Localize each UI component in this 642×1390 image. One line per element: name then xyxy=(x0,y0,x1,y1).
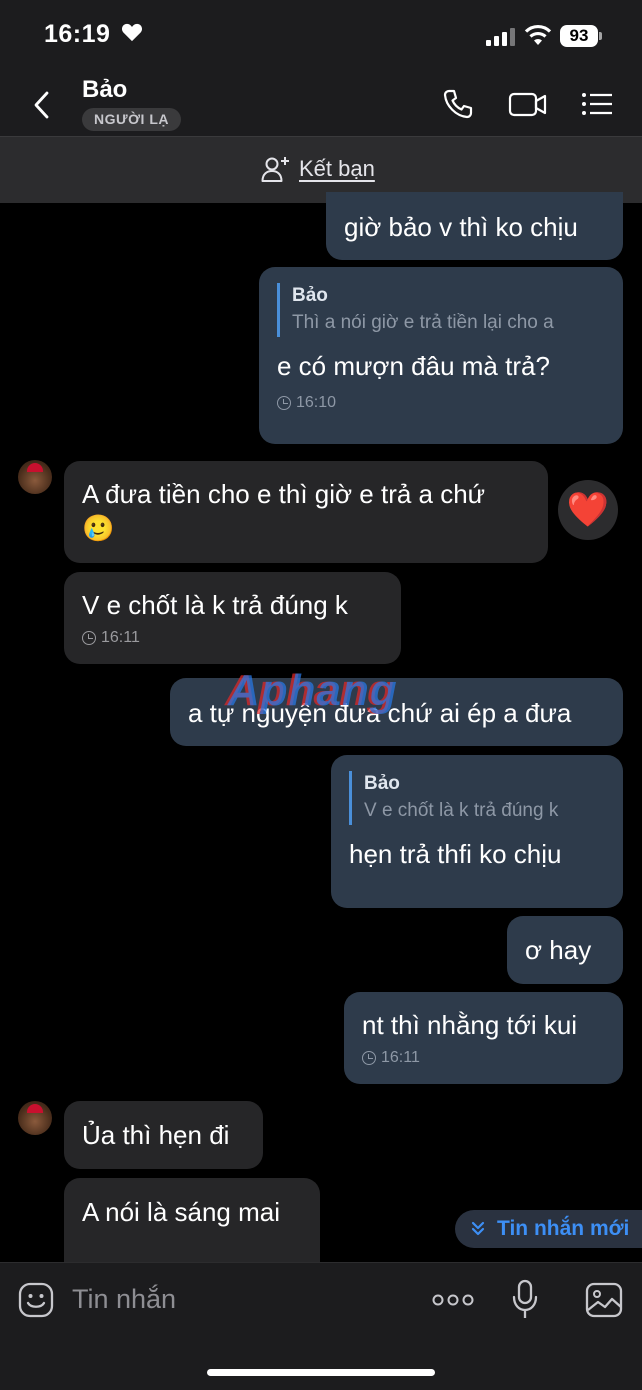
message-text: A đưa tiền cho e thì giờ e trả a chứ xyxy=(82,479,486,509)
message-timestamp: 16:11 xyxy=(362,1048,605,1068)
message-bubble-incoming[interactable]: V e chốt là k trả đúng k 16:11 xyxy=(64,572,401,664)
heart-reaction[interactable]: ❤️ xyxy=(558,480,618,540)
battery-tip xyxy=(599,32,602,40)
wifi-icon xyxy=(524,24,552,51)
quote-author: Bảo xyxy=(364,773,400,794)
more-button[interactable] xyxy=(432,1293,474,1312)
double-chevron-down-icon xyxy=(471,1221,485,1236)
message-text: nt thì nhằng tới kui xyxy=(362,1010,578,1040)
message-text: giờ bảo v thì ko chịu xyxy=(344,212,578,242)
avatar[interactable] xyxy=(18,1101,52,1135)
message-text: hẹn trả thfi ko chịu xyxy=(349,839,562,869)
message-bubble-outgoing[interactable]: nt thì nhằng tới kui 16:11 xyxy=(344,992,623,1084)
emoji: 🥲 xyxy=(82,513,115,543)
gallery-button[interactable] xyxy=(585,1282,623,1323)
list-icon xyxy=(582,93,612,115)
avatar[interactable] xyxy=(18,460,52,494)
image-icon xyxy=(585,1282,623,1318)
sticker-button[interactable] xyxy=(18,1282,54,1323)
new-messages-button[interactable]: Tin nhắn mới xyxy=(455,1210,642,1248)
message-bubble-outgoing[interactable]: giờ bảo v thì ko chịu xyxy=(326,192,623,260)
message-text: Ủa thì hẹn đi xyxy=(82,1120,230,1150)
add-user-icon[interactable] xyxy=(261,155,291,188)
message-bubble-outgoing[interactable]: Bảo V e chốt là k trả đúng k hẹn trả thf… xyxy=(331,755,623,908)
message-text: e có mượn đâu mà trả? xyxy=(277,351,550,381)
add-friend-link[interactable]: Kết bạn xyxy=(299,156,375,182)
message-text: V e chốt là k trả đúng k xyxy=(82,590,348,620)
message-bubble-outgoing[interactable]: ơ hay xyxy=(507,916,623,984)
new-messages-label: Tin nhắn mới xyxy=(497,1217,630,1240)
chevron-left-icon xyxy=(34,91,49,119)
stranger-badge: NGƯỜI LẠ xyxy=(82,108,181,131)
message-bubble-incoming[interactable]: A đưa tiền cho e thì giờ e trả a chứ 🥲 xyxy=(64,461,548,563)
message-timestamp: 16:10 xyxy=(277,393,605,413)
menu-button[interactable] xyxy=(580,86,616,122)
message-timestamp: 16:11 xyxy=(82,628,383,648)
quoted-reply[interactable]: Bảo V e chốt là k trả đúng k xyxy=(349,771,605,825)
message-text: ơ hay xyxy=(525,935,592,965)
message-input[interactable]: Tin nhắn xyxy=(72,1284,176,1315)
quoted-reply[interactable]: Bảo Thì a nói giờ e trả tiền lại cho a xyxy=(277,283,605,337)
status-time: 16:19 xyxy=(44,20,111,48)
voice-button[interactable] xyxy=(511,1279,539,1326)
heart-icon xyxy=(121,22,143,47)
quote-text: Thì a nói giờ e trả tiền lại cho a xyxy=(292,312,554,333)
message-bubble-outgoing[interactable]: Bảo Thì a nói giờ e trả tiền lại cho a e… xyxy=(259,267,623,444)
message-bubble-incoming[interactable]: Ủa thì hẹn đi xyxy=(64,1101,263,1169)
quote-text: V e chốt là k trả đúng k xyxy=(364,800,559,821)
microphone-icon xyxy=(512,1279,538,1318)
sticker-icon xyxy=(18,1282,54,1318)
cellular-signal-icon xyxy=(486,28,516,51)
video-camera-icon xyxy=(508,92,547,117)
message-text: A nói là sáng mai xyxy=(82,1197,281,1227)
clock-icon xyxy=(82,631,96,645)
phone-icon xyxy=(443,89,473,119)
message-bubble-incoming[interactable]: A nói là sáng mai xyxy=(64,1178,320,1262)
quote-author: Bảo xyxy=(292,285,328,306)
battery-indicator: 93 xyxy=(560,25,598,47)
video-call-button[interactable] xyxy=(508,86,548,122)
back-button[interactable] xyxy=(28,90,58,120)
watermark: Aphang xyxy=(228,666,398,715)
heart-icon: ❤️ xyxy=(566,491,610,529)
call-button[interactable] xyxy=(440,86,476,122)
home-indicator xyxy=(207,1369,435,1376)
more-dots-icon xyxy=(432,1294,474,1306)
contact-name[interactable]: Bảo xyxy=(82,76,127,104)
clock-icon xyxy=(277,396,291,410)
clock-icon xyxy=(362,1051,376,1065)
